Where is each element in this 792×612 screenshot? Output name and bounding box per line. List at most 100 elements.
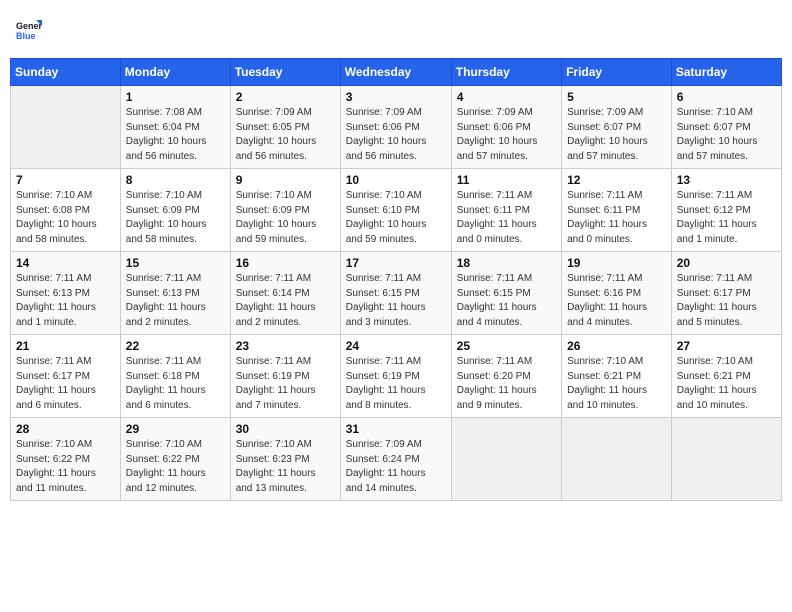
- weekday-header-sunday: Sunday: [11, 59, 121, 86]
- logo: General Blue: [14, 16, 46, 44]
- day-info: Sunrise: 7:11 AM Sunset: 6:19 PM Dayligh…: [236, 355, 335, 413]
- calendar-cell: 7 Sunrise: 7:10 AM Sunset: 6:08 PM Daylig…: [11, 169, 121, 252]
- day-info: Sunrise: 7:11 AM Sunset: 6:15 PM Dayligh…: [346, 272, 446, 330]
- calendar-cell: 30 Sunrise: 7:10 AM Sunset: 6:23 PM Dayli…: [230, 418, 340, 501]
- weekday-header-saturday: Saturday: [671, 59, 781, 86]
- day-number: 13: [677, 173, 776, 187]
- calendar-cell: [671, 418, 781, 501]
- day-number: 25: [457, 339, 556, 353]
- day-number: 17: [346, 256, 446, 270]
- day-number: 5: [567, 90, 666, 104]
- day-number: 1: [126, 90, 225, 104]
- day-number: 28: [16, 422, 115, 436]
- weekday-header-row: SundayMondayTuesdayWednesdayThursdayFrid…: [11, 59, 782, 86]
- day-info: Sunrise: 7:11 AM Sunset: 6:13 PM Dayligh…: [126, 272, 225, 330]
- calendar-cell: 8 Sunrise: 7:10 AM Sunset: 6:09 PM Daylig…: [120, 169, 230, 252]
- calendar-cell: 27Sunrise: 7:10 AM Sunset: 6:21 PM Dayli…: [671, 335, 781, 418]
- weekday-header-monday: Monday: [120, 59, 230, 86]
- calendar-cell: 24 Sunrise: 7:11 AM Sunset: 6:19 PM Dayli…: [340, 335, 451, 418]
- day-info: Sunrise: 7:11 AM Sunset: 6:17 PM Dayligh…: [16, 355, 115, 413]
- day-number: 4: [457, 90, 556, 104]
- calendar-cell: 28 Sunrise: 7:10 AM Sunset: 6:22 PM Dayli…: [11, 418, 121, 501]
- calendar-cell: 5 Sunrise: 7:09 AM Sunset: 6:07 PM Daylig…: [562, 86, 672, 169]
- calendar-cell: 23 Sunrise: 7:11 AM Sunset: 6:19 PM Dayli…: [230, 335, 340, 418]
- day-info: Sunrise: 7:09 AM Sunset: 6:06 PM Dayligh…: [346, 106, 446, 164]
- day-info: Sunrise: 7:11 AM Sunset: 6:11 PM Dayligh…: [457, 189, 556, 247]
- day-info: Sunrise: 7:08 AM Sunset: 6:04 PM Dayligh…: [126, 106, 225, 164]
- day-info: Sunrise: 7:10 AM Sunset: 6:07 PM Dayligh…: [677, 106, 776, 164]
- calendar-cell: 11 Sunrise: 7:11 AM Sunset: 6:11 PM Dayli…: [451, 169, 561, 252]
- calendar-cell: 15 Sunrise: 7:11 AM Sunset: 6:13 PM Dayli…: [120, 252, 230, 335]
- calendar-cell: 26Sunrise: 7:10 AM Sunset: 6:21 PM Dayli…: [562, 335, 672, 418]
- svg-text:General: General: [16, 21, 42, 31]
- calendar-cell: 17 Sunrise: 7:11 AM Sunset: 6:15 PM Dayli…: [340, 252, 451, 335]
- day-info: Sunrise: 7:10 AM Sunset: 6:09 PM Dayligh…: [236, 189, 335, 247]
- calendar-cell: 10 Sunrise: 7:10 AM Sunset: 6:10 PM Dayli…: [340, 169, 451, 252]
- day-number: 23: [236, 339, 335, 353]
- day-number: 7: [16, 173, 115, 187]
- day-number: 22: [126, 339, 225, 353]
- calendar-cell: 13 Sunrise: 7:11 AM Sunset: 6:12 PM Dayli…: [671, 169, 781, 252]
- day-info: Sunrise: 7:11 AM Sunset: 6:14 PM Dayligh…: [236, 272, 335, 330]
- calendar-week-row: 28 Sunrise: 7:10 AM Sunset: 6:22 PM Dayli…: [11, 418, 782, 501]
- calendar-cell: 9Sunrise: 7:10 AM Sunset: 6:09 PM Daylig…: [230, 169, 340, 252]
- day-number: 16: [236, 256, 335, 270]
- day-number: 24: [346, 339, 446, 353]
- calendar-week-row: 1 Sunrise: 7:08 AM Sunset: 6:04 PM Daylig…: [11, 86, 782, 169]
- calendar-week-row: 14 Sunrise: 7:11 AM Sunset: 6:13 PM Dayli…: [11, 252, 782, 335]
- day-number: 15: [126, 256, 225, 270]
- day-info: Sunrise: 7:09 AM Sunset: 6:07 PM Dayligh…: [567, 106, 666, 164]
- calendar-cell: 14Sunrise: 7:11 AM Sunset: 6:13 PM Dayli…: [11, 252, 121, 335]
- day-info: Sunrise: 7:10 AM Sunset: 6:22 PM Dayligh…: [126, 438, 225, 496]
- weekday-header-thursday: Thursday: [451, 59, 561, 86]
- calendar-cell: [451, 418, 561, 501]
- calendar-cell: 31Sunrise: 7:09 AM Sunset: 6:24 PM Dayli…: [340, 418, 451, 501]
- day-number: 20: [677, 256, 776, 270]
- calendar-cell: 22Sunrise: 7:11 AM Sunset: 6:18 PM Dayli…: [120, 335, 230, 418]
- day-number: 8: [126, 173, 225, 187]
- day-info: Sunrise: 7:10 AM Sunset: 6:09 PM Dayligh…: [126, 189, 225, 247]
- day-number: 10: [346, 173, 446, 187]
- day-number: 29: [126, 422, 225, 436]
- svg-text:Blue: Blue: [16, 31, 36, 41]
- day-info: Sunrise: 7:11 AM Sunset: 6:15 PM Dayligh…: [457, 272, 556, 330]
- day-info: Sunrise: 7:11 AM Sunset: 6:16 PM Dayligh…: [567, 272, 666, 330]
- calendar-cell: 3 Sunrise: 7:09 AM Sunset: 6:06 PM Daylig…: [340, 86, 451, 169]
- day-info: Sunrise: 7:10 AM Sunset: 6:21 PM Dayligh…: [567, 355, 666, 413]
- calendar-cell: 29 Sunrise: 7:10 AM Sunset: 6:22 PM Dayli…: [120, 418, 230, 501]
- day-number: 11: [457, 173, 556, 187]
- day-number: 2: [236, 90, 335, 104]
- calendar-week-row: 21 Sunrise: 7:11 AM Sunset: 6:17 PM Dayli…: [11, 335, 782, 418]
- day-info: Sunrise: 7:10 AM Sunset: 6:23 PM Dayligh…: [236, 438, 335, 496]
- day-info: Sunrise: 7:11 AM Sunset: 6:12 PM Dayligh…: [677, 189, 776, 247]
- calendar-cell: 25Sunrise: 7:11 AM Sunset: 6:20 PM Dayli…: [451, 335, 561, 418]
- day-number: 27: [677, 339, 776, 353]
- day-number: 3: [346, 90, 446, 104]
- day-info: Sunrise: 7:11 AM Sunset: 6:19 PM Dayligh…: [346, 355, 446, 413]
- calendar-cell: 19Sunrise: 7:11 AM Sunset: 6:16 PM Dayli…: [562, 252, 672, 335]
- day-number: 30: [236, 422, 335, 436]
- calendar-header: SundayMondayTuesdayWednesdayThursdayFrid…: [11, 59, 782, 86]
- calendar-cell: 20Sunrise: 7:11 AM Sunset: 6:17 PM Dayli…: [671, 252, 781, 335]
- day-info: Sunrise: 7:09 AM Sunset: 6:05 PM Dayligh…: [236, 106, 335, 164]
- day-info: Sunrise: 7:11 AM Sunset: 6:11 PM Dayligh…: [567, 189, 666, 247]
- weekday-header-friday: Friday: [562, 59, 672, 86]
- day-info: Sunrise: 7:10 AM Sunset: 6:10 PM Dayligh…: [346, 189, 446, 247]
- calendar-cell: 4Sunrise: 7:09 AM Sunset: 6:06 PM Daylig…: [451, 86, 561, 169]
- day-info: Sunrise: 7:10 AM Sunset: 6:22 PM Dayligh…: [16, 438, 115, 496]
- calendar-cell: [11, 86, 121, 169]
- logo-icon: General Blue: [14, 16, 42, 44]
- page-header: General Blue: [10, 10, 782, 50]
- calendar-cell: 2 Sunrise: 7:09 AM Sunset: 6:05 PM Daylig…: [230, 86, 340, 169]
- calendar-cell: 1 Sunrise: 7:08 AM Sunset: 6:04 PM Daylig…: [120, 86, 230, 169]
- calendar-cell: 16 Sunrise: 7:11 AM Sunset: 6:14 PM Dayli…: [230, 252, 340, 335]
- day-info: Sunrise: 7:10 AM Sunset: 6:08 PM Dayligh…: [16, 189, 115, 247]
- calendar-cell: 21 Sunrise: 7:11 AM Sunset: 6:17 PM Dayli…: [11, 335, 121, 418]
- day-number: 21: [16, 339, 115, 353]
- weekday-header-tuesday: Tuesday: [230, 59, 340, 86]
- day-number: 31: [346, 422, 446, 436]
- calendar-cell: [562, 418, 672, 501]
- day-number: 6: [677, 90, 776, 104]
- calendar-table: SundayMondayTuesdayWednesdayThursdayFrid…: [10, 58, 782, 501]
- day-number: 14: [16, 256, 115, 270]
